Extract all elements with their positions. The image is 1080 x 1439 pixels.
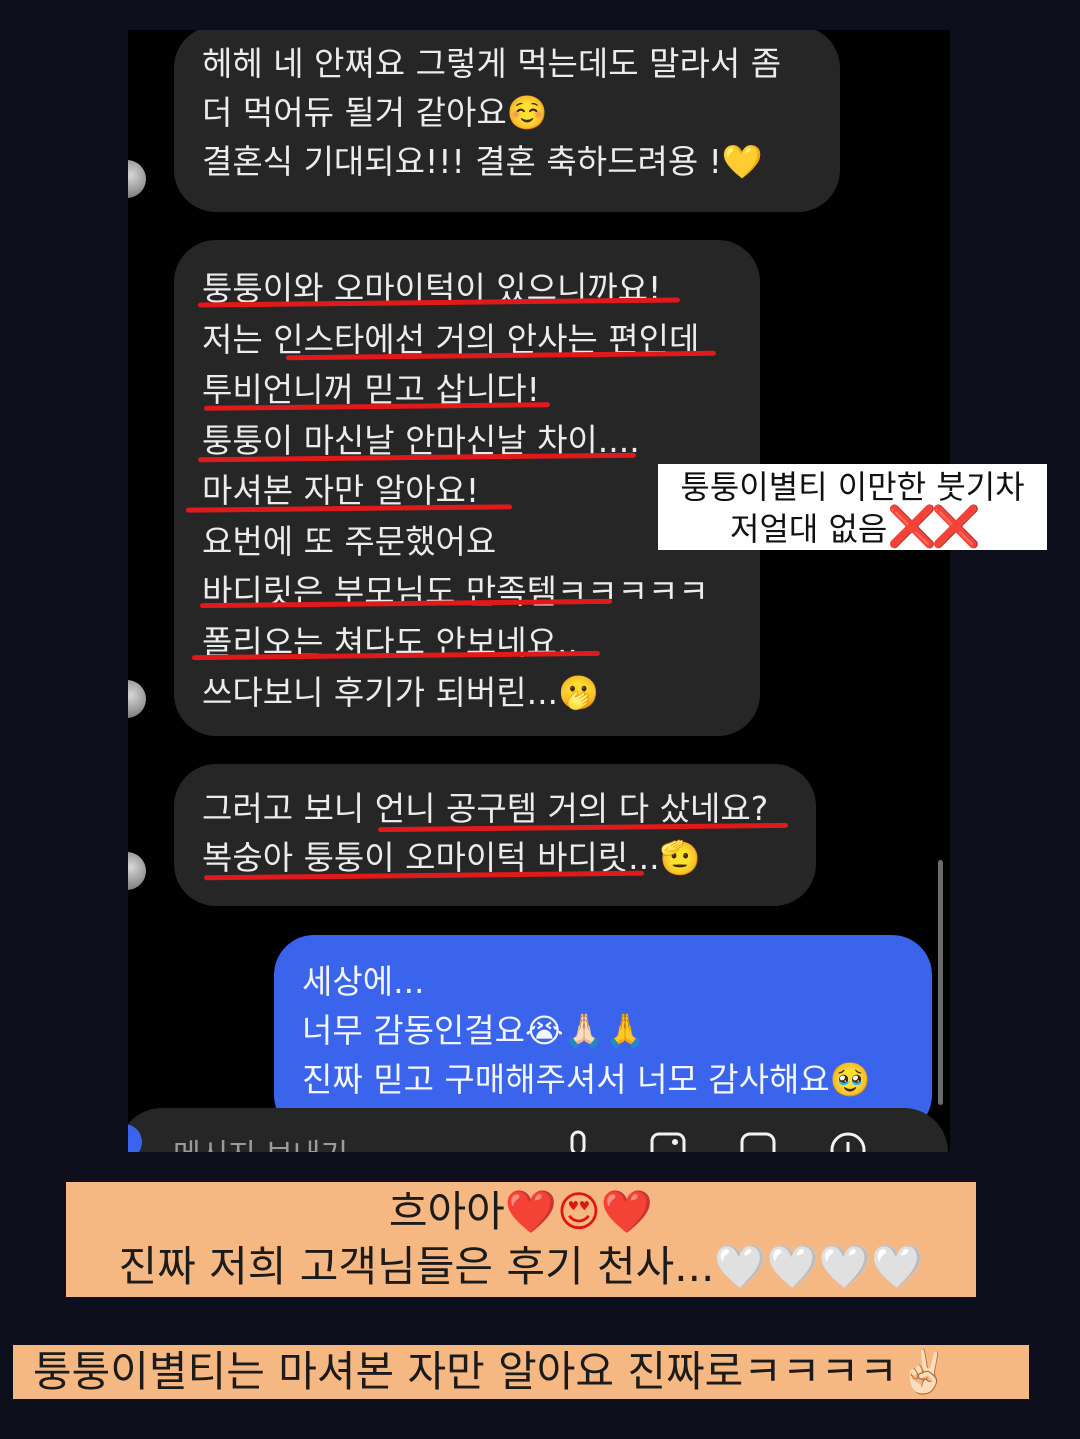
cross-mark-icon: ❌❌ [887, 504, 981, 550]
caption-1-line2: 진짜 저희 고객님들은 후기 천사...🤍🤍🤍🤍 [66, 1239, 976, 1294]
message-bubble-incoming: 그러고 보니 언니 공구템 거의 다 샀네요? 복숭아 퉁퉁이 오마이턱 바디릿… [174, 764, 816, 906]
camera-icon[interactable] [128, 1124, 142, 1152]
message-line: 폴리오는 쳐다도 안보네요.. [202, 622, 578, 662]
gallery-icon[interactable] [648, 1128, 688, 1152]
caption-1-line1: 흐아아❤️😍❤️ [66, 1184, 976, 1239]
annotation-note: 퉁퉁이별티 이만한 붓기차 저얼대 없음❌❌ [658, 464, 1047, 550]
caption-1-line1-text: 흐아아 [388, 1187, 505, 1236]
dm-screenshot: 헤헤 네 안쪄요 그렇게 먹는데도 말라서 좀 더 먹어듀 될거 같아요☺️ 결… [128, 30, 950, 1152]
message-line: 쓰다보니 후기가 되버린...🫢 [202, 673, 600, 712]
microphone-icon[interactable] [558, 1128, 598, 1152]
annotation-note-text: 저얼대 없음 [730, 510, 888, 548]
sender-avatar[interactable] [128, 680, 146, 718]
message-line: 퉁퉁이와 오마이턱이 있으니까요! [202, 269, 662, 308]
message-line: 세상에... [302, 962, 425, 1001]
heart-eyes-emoji-icon: ❤️😍❤️ [504, 1187, 654, 1236]
message-line: 결혼식 기대되요!!! 결혼 축하드려용 !💛 [202, 142, 764, 181]
sender-avatar[interactable] [128, 160, 146, 198]
message-composer[interactable]: 메시지 보내기 [128, 1108, 948, 1152]
annotation-note-line1: 퉁퉁이별티 이만한 붓기차 [680, 468, 1025, 506]
scrollbar-thumb[interactable] [938, 860, 943, 1105]
caption-banner-2: 퉁퉁이별티는 마셔본 자만 알아요 진짜로ㅋㅋㅋㅋ✌🏻 [13, 1345, 1029, 1399]
message-line: 너무 감동인걸요😭🙏🏻🙏 [302, 1011, 646, 1050]
white-heart-icon: 🤍🤍🤍🤍 [714, 1242, 924, 1291]
message-line: 헤헤 네 안쪄요 그렇게 먹는데도 말라서 좀 [202, 44, 782, 83]
add-icon[interactable] [828, 1128, 868, 1152]
message-line: 더 먹어듀 될거 같아요☺️ [202, 93, 548, 132]
message-line: 진짜 믿고 구매해주셔서 너모 감사해요🥹 [302, 1060, 871, 1099]
caption-banner-1: 흐아아❤️😍❤️ 진짜 저희 고객님들은 후기 천사...🤍🤍🤍🤍 [66, 1182, 976, 1297]
sticker-icon[interactable] [738, 1128, 778, 1152]
message-bubble-incoming: 헤헤 네 안쪄요 그렇게 먹는데도 말라서 좀 더 먹어듀 될거 같아요☺️ 결… [174, 30, 840, 212]
message-line: 바디릿은 부모님도 만족템ㅋㅋㅋㅋㅋ [202, 572, 709, 611]
annotation-note-line2: 저얼대 없음❌❌ [658, 507, 1047, 549]
caption-1-line2-text: 진짜 저희 고객님들은 후기 천사... [118, 1242, 715, 1291]
message-bubble-outgoing: 세상에... 너무 감동인걸요😭🙏🏻🙏 진짜 믿고 구매해주셔서 너모 감사해요… [274, 935, 932, 1135]
sender-avatar[interactable] [128, 852, 146, 890]
message-input-placeholder[interactable]: 메시지 보내기 [173, 1130, 348, 1152]
